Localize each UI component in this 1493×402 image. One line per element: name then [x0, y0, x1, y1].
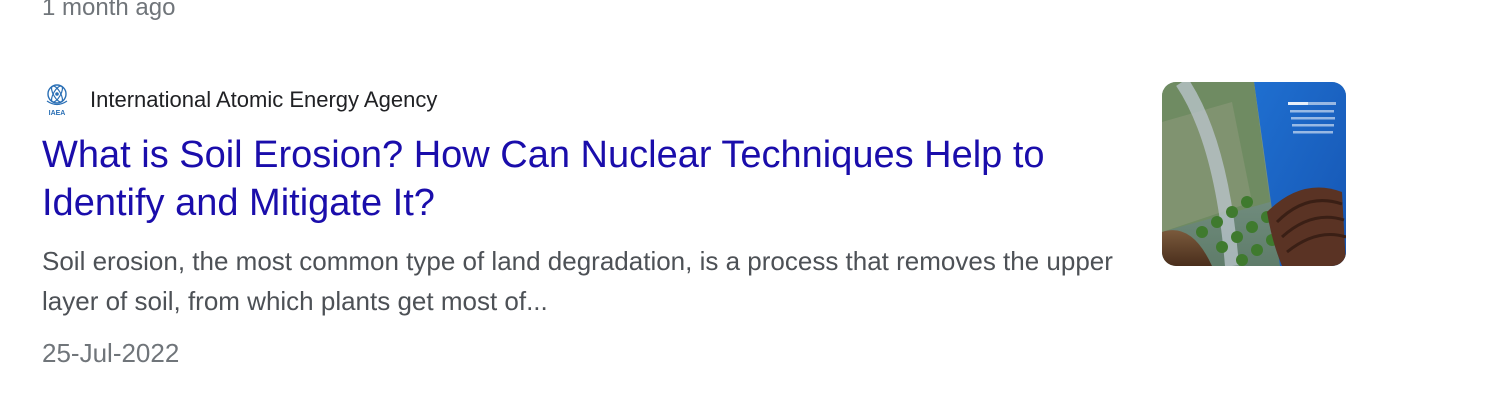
result-title-link[interactable]: What is Soil Erosion? How Can Nuclear Te… — [42, 131, 1132, 227]
result-thumbnail[interactable] — [1162, 82, 1346, 266]
search-results-page: 1 month ago IAEA International Atomic En… — [0, 0, 1493, 402]
source-name: International Atomic Energy Agency — [90, 87, 438, 112]
result-source[interactable]: IAEA International Atomic Energy Agency — [42, 82, 437, 118]
iaea-logo-icon: IAEA — [42, 83, 72, 117]
iaea-logo-text: IAEA — [49, 110, 66, 117]
result-snippet: Soil erosion, the most common type of la… — [42, 246, 1113, 316]
previous-result-time: 1 month ago — [42, 0, 176, 21]
result-date: 25-Jul-2022 — [42, 338, 180, 368]
